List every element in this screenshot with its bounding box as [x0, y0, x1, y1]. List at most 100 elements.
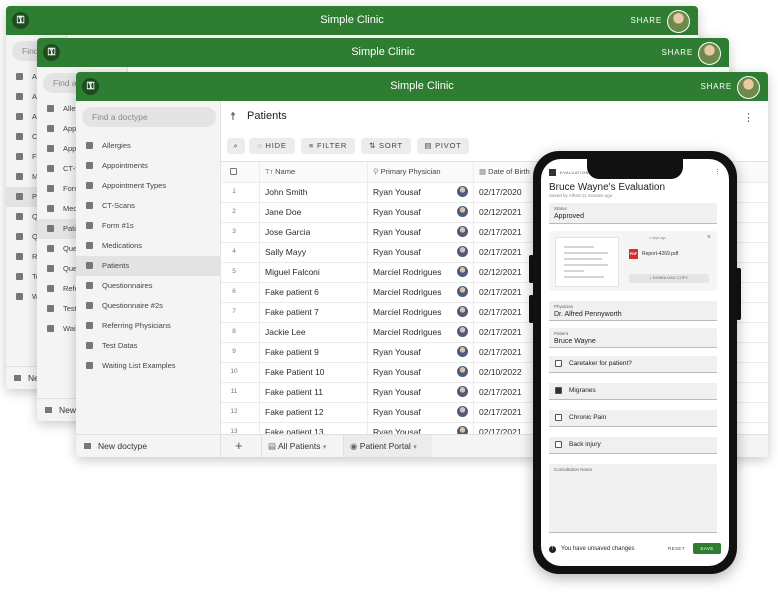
chevron-down-icon: ▾ [413, 444, 417, 451]
cell-physician[interactable]: Marciel Rodrigues [373, 282, 442, 302]
cell-name[interactable]: Fake patient 11 [265, 382, 323, 402]
search-button[interactable]: ⌕ [227, 138, 245, 154]
cell-date-of-birth[interactable]: 02/17/2021 [479, 382, 522, 402]
avatar[interactable] [698, 42, 721, 65]
cell-physician[interactable]: Ryan Yousaf [373, 182, 421, 202]
info-icon: ! [549, 546, 556, 553]
sidebar-item-form-1s[interactable]: Form #1s [76, 216, 220, 236]
column-divider [473, 162, 474, 435]
sidebar-item-ct-scans[interactable]: CT-Scans [76, 196, 220, 216]
pivot-button[interactable]: ▤ PIVOT [417, 138, 469, 154]
cell-name[interactable]: Jose Garcia [265, 222, 310, 242]
physician-avatar [457, 266, 468, 277]
more-menu-icon[interactable]: ⋮ [743, 111, 754, 124]
close-icon[interactable]: × [707, 234, 711, 241]
document-icon [45, 407, 52, 413]
more-menu-icon[interactable]: ⋮ [714, 168, 721, 176]
physician-avatar [457, 366, 468, 377]
sidebar-item-questionnaires[interactable]: Questionnaires [76, 276, 220, 296]
sidebar-item-appointment-types[interactable]: Appointment Types [76, 176, 220, 196]
row-number: 5 [232, 268, 236, 275]
new-doctype-button[interactable]: New doctype [76, 434, 220, 457]
column-header-date-of-birth[interactable]: ▦ Date of Birth [479, 162, 530, 182]
column-header-name[interactable]: Tт Name [265, 162, 295, 182]
tab-patient-portal[interactable]: ◉ Patient Portal ▾ [343, 435, 432, 457]
share-button[interactable]: SHARE [700, 82, 732, 91]
attachment-filename[interactable]: Report-4269.pdf [642, 251, 678, 257]
cell-date-of-birth[interactable]: 02/17/2021 [479, 302, 522, 322]
cell-date-of-birth[interactable]: 02/17/2021 [479, 342, 522, 362]
cell-name[interactable]: Fake patient 12 [265, 402, 324, 422]
cell-physician[interactable]: Ryan Yousaf [373, 382, 421, 402]
cell-date-of-birth[interactable]: 02/17/2021 [479, 242, 522, 262]
sidebar-item-referring-physicians[interactable]: Referring Physicians [76, 316, 220, 336]
physician-field[interactable]: Physician Dr. Alfred Pennyworth [549, 301, 717, 321]
cell-date-of-birth[interactable]: 02/12/2021 [479, 202, 522, 222]
cell-physician[interactable]: Marciel Rodrigues [373, 262, 442, 282]
column-header-primary-physician[interactable]: ⚲ Primary Physician [373, 162, 441, 182]
cell-name[interactable]: John Smith [265, 182, 308, 202]
sidebar-item-waiting-list-examples[interactable]: Waiting List Examples [76, 356, 220, 376]
consultation-notes-field[interactable]: Consultation Notes [549, 464, 717, 533]
share-button[interactable]: SHARE [630, 16, 662, 25]
sidebar-item-test-datas[interactable]: Test Datas [76, 336, 220, 356]
phone-screen: EVALUATION ⋮ Bruce Wayne's Evaluation Sa… [541, 159, 729, 566]
document-thumbnail[interactable] [555, 237, 619, 287]
cell-date-of-birth[interactable]: 02/17/2020 [479, 182, 522, 202]
cell-name[interactable]: Fake patient 9 [265, 342, 319, 362]
select-all-checkbox[interactable] [230, 168, 237, 175]
cell-physician[interactable]: Ryan Yousaf [373, 342, 421, 362]
cell-name[interactable]: Miguel Falconi [265, 262, 320, 282]
text-type-icon: Tт [265, 167, 276, 176]
add-view-button[interactable]: + [235, 435, 243, 457]
tab-all-patients[interactable]: ▤ All Patients ▾ [261, 435, 344, 457]
save-button[interactable]: SAVE [693, 543, 721, 554]
avatar[interactable] [737, 76, 760, 99]
cell-physician[interactable]: Ryan Yousaf [373, 402, 421, 422]
sidebar-item-allergies[interactable]: Allergies [76, 136, 220, 156]
cell-date-of-birth[interactable]: 02/17/2021 [479, 402, 522, 422]
cell-date-of-birth[interactable]: 02/17/2021 [479, 322, 522, 342]
cell-name[interactable]: Jackie Lee [265, 322, 306, 342]
cell-date-of-birth[interactable]: 02/10/2022 [479, 362, 522, 382]
doctype-search-input[interactable]: Find a doctype [82, 107, 216, 127]
cell-name[interactable]: Fake Patient 10 [265, 362, 325, 382]
download-copy-button[interactable]: ⤓ DOWNLOAD COPY [629, 274, 709, 283]
cell-name[interactable]: Sally Mayy [265, 242, 306, 262]
document-icon [47, 285, 54, 292]
status-field[interactable]: Status Approved [549, 203, 717, 224]
hide-button[interactable]: ◌ HIDE [249, 138, 295, 154]
pen-icon [16, 93, 23, 100]
sidebar-item-questionnaire-2s[interactable]: Questionnaire #2s [76, 296, 220, 316]
cell-physician[interactable]: Ryan Yousaf [373, 222, 421, 242]
cloud-icon [47, 265, 54, 272]
avatar[interactable] [667, 10, 690, 33]
cell-date-of-birth[interactable]: 02/17/2021 [479, 282, 522, 302]
cell-date-of-birth[interactable]: 02/12/2021 [479, 262, 522, 282]
cell-physician[interactable]: Marciel Rodrigues [373, 302, 442, 322]
checkbox-icon [555, 441, 562, 448]
checkbox-migranes[interactable]: Migranes [549, 383, 717, 400]
share-button[interactable]: SHARE [661, 48, 693, 57]
filter-button[interactable]: ≡ FILTER [301, 138, 355, 154]
cell-date-of-birth[interactable]: 02/17/2021 [479, 222, 522, 242]
sidebar-item-patients[interactable]: Patients [76, 256, 220, 276]
sidebar-item-medications[interactable]: Medications [76, 236, 220, 256]
checkbox-chronic-pain[interactable]: Chronic Pain [549, 410, 717, 427]
cell-physician[interactable]: Ryan Yousaf [373, 202, 421, 222]
cell-name[interactable]: Fake patient 7 [265, 302, 319, 322]
row-number: 6 [232, 288, 236, 295]
patient-field[interactable]: Patient Bruce Wayne [549, 328, 717, 348]
cell-physician[interactable]: Marciel Rodrigues [373, 322, 442, 342]
form-icon [86, 222, 93, 229]
app-title: Simple Clinic [390, 80, 454, 92]
cell-physician[interactable]: Ryan Yousaf [373, 242, 421, 262]
sort-button[interactable]: ⇅ SORT [361, 138, 411, 154]
checkbox-caretaker[interactable]: Caretaker for patient? [549, 356, 717, 373]
sidebar-item-appointments[interactable]: Appointments [76, 156, 220, 176]
cell-name[interactable]: Jane Doe [265, 202, 301, 222]
cell-physician[interactable]: Ryan Yousaf [373, 362, 421, 382]
checkbox-back-injury[interactable]: Back injury [549, 437, 717, 454]
reset-button[interactable]: RESET [668, 543, 685, 555]
cell-name[interactable]: Fake patient 6 [265, 282, 319, 302]
